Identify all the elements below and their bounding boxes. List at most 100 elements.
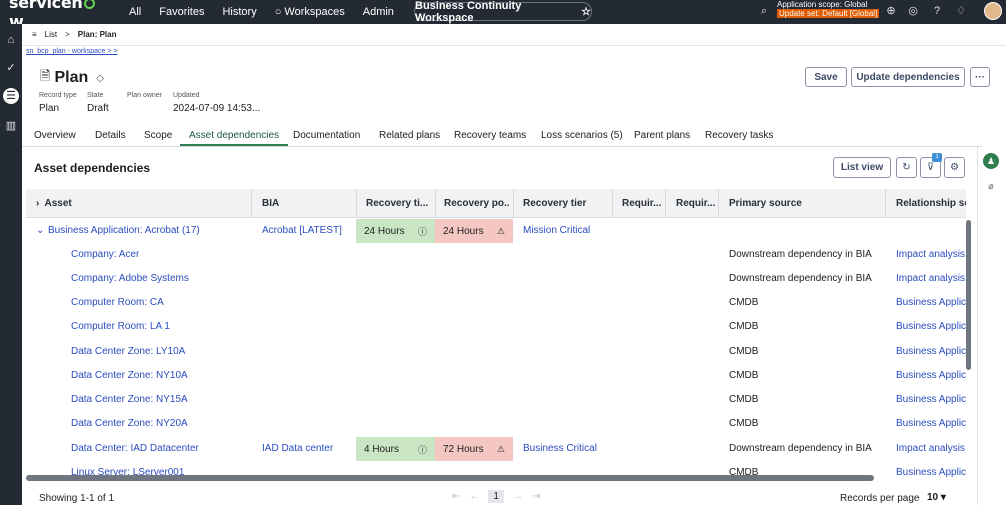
table-row: Computer Room: LA 1 CMDB Business Applic… [26, 315, 966, 339]
relationship-source-link[interactable]: Business Applica [896, 394, 966, 405]
breadcrumb-menu-icon[interactable]: ≡ [32, 30, 37, 39]
settings-button[interactable]: ⚙ [944, 157, 965, 178]
column-divider[interactable] [612, 189, 613, 218]
column-divider[interactable] [251, 189, 252, 218]
tab-scope[interactable]: Scope [144, 130, 172, 141]
book-icon[interactable]: ▥ [3, 118, 19, 134]
home-icon[interactable]: ⌂ [3, 32, 19, 48]
relationship-source-link[interactable]: Business Applica [896, 346, 966, 357]
relationship-source-link[interactable]: Impact analysis: [896, 443, 966, 454]
workspace-link[interactable]: sn_bcp_plan - workspace > > [26, 48, 117, 55]
refresh-button[interactable]: ↻ [896, 157, 917, 178]
asset-link[interactable]: Computer Room: CA [71, 297, 164, 308]
asset-link[interactable]: Data Center: IAD Datacenter [71, 443, 199, 454]
recovery-tier-link[interactable]: Mission Critical [523, 225, 590, 236]
last-page-icon[interactable]: ⇥ [532, 491, 540, 502]
nav-all[interactable]: All [129, 6, 141, 18]
header-required-2[interactable]: Requir... [676, 198, 716, 209]
meta-label: Updated [173, 92, 200, 99]
tab-details[interactable]: Details [95, 130, 126, 141]
relationship-source-link[interactable]: Impact analysis: [896, 249, 966, 260]
info-icon[interactable]: ⓘ [418, 225, 427, 238]
header-recovery-tier[interactable]: Recovery tier [523, 198, 613, 209]
tab-recovery-tasks[interactable]: Recovery tasks [705, 130, 773, 141]
chat-icon[interactable]: ◎ [906, 4, 920, 18]
asset-link[interactable]: Company: Acer [71, 249, 139, 260]
header-recovery-point[interactable]: Recovery po... [444, 198, 510, 209]
next-page-icon[interactable]: → [513, 491, 523, 502]
breadcrumb-separator-icon: > [65, 30, 70, 39]
header-primary-source[interactable]: Primary source [729, 198, 879, 209]
asset-link[interactable]: Data Center Zone: NY15A [71, 394, 188, 405]
nav-history[interactable]: History [222, 6, 256, 18]
page-number[interactable]: 1 [488, 490, 504, 503]
notification-bell-icon[interactable]: ♢ [954, 4, 968, 18]
contact-panel-icon[interactable]: ♟ [983, 153, 999, 169]
warning-icon[interactable]: ⚠ [497, 226, 505, 237]
vertical-scrollbar[interactable] [966, 220, 971, 370]
asset-link[interactable]: Data Center Zone: NY20A [71, 418, 188, 429]
tab-documentation[interactable]: Documentation [293, 130, 360, 141]
tag-icon[interactable]: ◇ [96, 73, 104, 84]
asset-link[interactable]: Business Application: Acrobat (17) [48, 225, 200, 236]
header-asset[interactable]: › Asset [36, 198, 72, 209]
column-divider[interactable] [885, 189, 886, 218]
list-view-button[interactable]: List view [833, 157, 891, 178]
tab-related-plans[interactable]: Related plans [379, 130, 440, 141]
relationship-source-link[interactable]: Business Applica [896, 370, 966, 381]
header-bia[interactable]: BIA [262, 198, 342, 209]
column-divider[interactable] [356, 189, 357, 218]
expand-row-button[interactable]: ⌄ [36, 225, 44, 236]
column-divider[interactable] [665, 189, 666, 218]
horizontal-scrollbar[interactable] [26, 475, 874, 481]
nav-workspaces-label: Workspaces [284, 6, 345, 18]
bia-link[interactable]: Acrobat [LATEST] [262, 225, 342, 236]
records-per-page-select[interactable]: 10 ▾ [927, 492, 946, 503]
relationship-source-link[interactable]: Business Applica [896, 297, 966, 308]
header-recovery-time[interactable]: Recovery ti... [366, 198, 428, 209]
column-divider[interactable] [435, 189, 436, 218]
warning-icon[interactable]: ⚠ [497, 444, 505, 455]
tab-asset-dependencies[interactable]: Asset dependencies [180, 130, 289, 146]
breadcrumb-list[interactable]: List [45, 30, 57, 39]
column-divider[interactable] [513, 189, 514, 218]
more-actions-button[interactable]: ··· [970, 67, 990, 87]
nav-workspaces[interactable]: ○ Workspaces [275, 6, 345, 18]
recovery-tier-link[interactable]: Business Critical [523, 443, 597, 454]
asset-link[interactable]: Company: Adobe Systems [71, 273, 189, 284]
attachment-icon[interactable]: ⌀ [983, 178, 999, 194]
tab-recovery-teams[interactable]: Recovery teams [454, 130, 526, 141]
gear-icon: ⚙ [950, 162, 959, 173]
header-relationship-source[interactable]: Relationship sou [896, 198, 966, 209]
relationship-source-link[interactable]: Business Applica [896, 467, 966, 478]
meta-value: 2024-07-09 14:53... [173, 103, 261, 114]
search-icon[interactable]: ⌕ [757, 4, 771, 18]
save-button[interactable]: Save [805, 67, 847, 87]
user-avatar[interactable] [984, 2, 1002, 20]
globe-icon[interactable]: ⊕ [884, 4, 898, 18]
update-dependencies-button[interactable]: Update dependencies [851, 67, 965, 87]
asset-link[interactable]: Computer Room: LA 1 [71, 321, 170, 332]
relationship-source-link[interactable]: Business Applica [896, 418, 966, 429]
tab-overview[interactable]: Overview [34, 130, 76, 141]
update-set-text: Update set: Default [Global] [777, 9, 880, 18]
first-page-icon[interactable]: ⇤ [452, 491, 460, 502]
header-required-1[interactable]: Requir... [622, 198, 662, 209]
help-icon[interactable]: ? [930, 4, 944, 18]
tab-loss-scenarios[interactable]: Loss scenarios (5) [541, 130, 623, 141]
info-icon[interactable]: ⓘ [418, 443, 427, 456]
nav-admin[interactable]: Admin [363, 6, 394, 18]
relationship-source-link[interactable]: Impact analysis: [896, 273, 966, 284]
previous-page-icon[interactable]: ← [469, 491, 479, 502]
nav-favorites[interactable]: Favorites [159, 6, 204, 18]
workspace-title-pill[interactable]: Business Continuity Workspace ☆ [414, 0, 592, 24]
tab-parent-plans[interactable]: Parent plans [634, 130, 690, 141]
asset-link[interactable]: Data Center Zone: NY10A [71, 370, 188, 381]
column-divider[interactable] [718, 189, 719, 218]
bia-link[interactable]: IAD Data center [262, 443, 333, 454]
check-circle-icon[interactable]: ✓ [3, 60, 19, 76]
asset-link[interactable]: Data Center Zone: LY10A [71, 346, 185, 357]
relationship-source-link[interactable]: Business Applica [896, 321, 966, 332]
scope-info[interactable]: Application scope: Global Update set: De… [777, 0, 880, 18]
list-icon[interactable]: ☰ [3, 88, 19, 104]
